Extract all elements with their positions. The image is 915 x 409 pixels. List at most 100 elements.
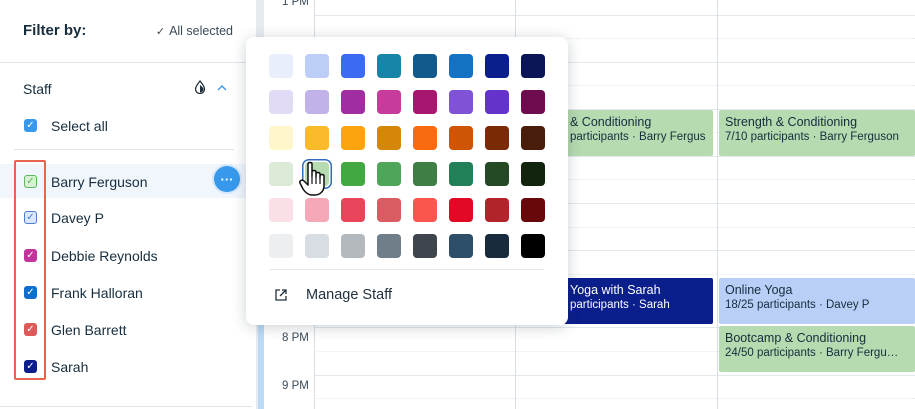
current-time-indicator — [258, 320, 264, 409]
staff-checkbox[interactable]: ✓ — [24, 323, 37, 336]
color-swatch[interactable] — [413, 234, 437, 258]
divider — [270, 269, 544, 270]
color-swatch[interactable] — [341, 234, 365, 258]
event-subtitle: participants · Barry Fergus — [570, 131, 706, 143]
color-swatch[interactable] — [485, 54, 509, 78]
grid-line — [314, 398, 915, 399]
staff-row[interactable]: ✓ Davey P — [0, 200, 252, 234]
color-swatch[interactable] — [269, 54, 293, 78]
color-swatch[interactable] — [377, 234, 401, 258]
staff-checkbox[interactable]: ✓ — [24, 175, 37, 188]
color-swatch[interactable] — [449, 54, 473, 78]
staff-name: Barry Ferguson — [51, 174, 148, 190]
staff-row[interactable]: ✓ Glen Barrett — [0, 312, 252, 346]
chevron-up-icon[interactable] — [217, 84, 227, 92]
staff-section-title: Staff — [23, 81, 52, 97]
staff-name: Frank Halloran — [51, 285, 143, 301]
filter-header: Filter by: ✓ All selected — [0, 0, 252, 62]
time-label: 1 PM — [282, 0, 309, 8]
color-picker-popup: Manage Staff — [246, 37, 568, 325]
color-swatch[interactable] — [449, 162, 473, 186]
event-subtitle: 24/50 participants · Barry Fergu… — [725, 347, 899, 359]
color-swatch[interactable] — [413, 90, 437, 114]
color-swatch[interactable] — [377, 198, 401, 222]
event-card[interactable]: Strength & Conditioning 7/10 participant… — [719, 110, 915, 156]
select-all-row[interactable]: ✓ Select all — [0, 114, 252, 138]
divider — [0, 62, 252, 63]
color-swatch[interactable] — [485, 162, 509, 186]
color-swatch[interactable] — [269, 234, 293, 258]
color-swatch[interactable] — [305, 54, 329, 78]
color-swatch[interactable] — [485, 234, 509, 258]
more-options-button[interactable]: ··· — [214, 166, 240, 192]
color-swatch[interactable] — [341, 126, 365, 150]
external-link-icon[interactable] — [274, 288, 288, 302]
color-swatch[interactable] — [413, 198, 437, 222]
color-swatch[interactable] — [305, 234, 329, 258]
all-selected-label: All selected — [169, 24, 233, 38]
color-swatch[interactable] — [377, 162, 401, 186]
event-title: Yoga with Sarah — [570, 283, 661, 297]
color-swatch[interactable] — [341, 198, 365, 222]
color-swatch[interactable] — [449, 198, 473, 222]
event-subtitle: participants · Sarah — [570, 299, 670, 311]
color-swatch[interactable] — [341, 90, 365, 114]
color-swatch[interactable] — [305, 126, 329, 150]
event-card[interactable]: Bootcamp & Conditioning 24/50 participan… — [719, 326, 915, 372]
color-swatch[interactable] — [269, 126, 293, 150]
color-swatch[interactable] — [305, 90, 329, 114]
color-swatch[interactable] — [341, 54, 365, 78]
color-swatch[interactable] — [305, 198, 329, 222]
staff-checkbox[interactable]: ✓ — [24, 360, 37, 373]
color-swatch[interactable] — [377, 90, 401, 114]
color-swatch[interactable] — [413, 162, 437, 186]
color-swatch[interactable] — [485, 126, 509, 150]
divider — [14, 149, 234, 150]
color-swatch[interactable] — [521, 162, 545, 186]
color-swatch[interactable] — [485, 198, 509, 222]
staff-row[interactable]: ✓ Sarah — [0, 349, 252, 383]
color-swatch[interactable] — [377, 126, 401, 150]
color-swatch[interactable] — [449, 126, 473, 150]
event-title: Strength & Conditioning — [725, 115, 858, 129]
event-card[interactable]: Yoga with Sarah participants · Sarah — [564, 278, 713, 324]
color-swatch[interactable] — [413, 54, 437, 78]
staff-name: Davey P — [51, 210, 104, 226]
event-card[interactable]: Online Yoga 18/25 participants · Davey P — [719, 278, 915, 324]
select-all-checkbox[interactable]: ✓ — [24, 119, 37, 132]
color-swatch[interactable] — [269, 90, 293, 114]
staff-row[interactable]: ✓ Debbie Reynolds — [0, 238, 252, 272]
color-swatch[interactable] — [413, 126, 437, 150]
column-divider — [717, 0, 718, 409]
staff-checkbox[interactable]: ✓ — [24, 286, 37, 299]
color-swatch[interactable] — [521, 198, 545, 222]
color-swatch[interactable] — [305, 162, 329, 186]
staff-name: Glen Barrett — [51, 322, 127, 338]
color-swatch[interactable] — [485, 90, 509, 114]
color-swatch[interactable] — [521, 54, 545, 78]
all-selected-dropdown[interactable]: ✓ All selected — [156, 24, 233, 38]
color-swatch[interactable] — [269, 162, 293, 186]
color-swatch[interactable] — [269, 198, 293, 222]
staff-checkbox[interactable]: ✓ — [24, 211, 37, 224]
event-subtitle: 18/25 participants · Davey P — [725, 299, 870, 311]
manage-staff-link[interactable]: Manage Staff — [306, 287, 392, 303]
color-swatch[interactable] — [449, 234, 473, 258]
color-swatch[interactable] — [377, 54, 401, 78]
color-swatch[interactable] — [521, 126, 545, 150]
staff-name: Debbie Reynolds — [51, 248, 158, 264]
color-swatch[interactable] — [521, 234, 545, 258]
event-title: Online Yoga — [725, 283, 793, 297]
event-subtitle: 7/10 participants · Barry Ferguson — [725, 131, 899, 143]
time-label: 9 PM — [282, 380, 309, 392]
color-swatch[interactable] — [521, 90, 545, 114]
staff-row[interactable]: ✓ Frank Halloran — [0, 275, 252, 309]
staff-name: Sarah — [51, 359, 89, 375]
event-card[interactable]: & Conditioning participants · Barry Ferg… — [564, 110, 713, 156]
color-swatch[interactable] — [341, 162, 365, 186]
event-title: Bootcamp & Conditioning — [725, 331, 867, 345]
grid-line — [314, 15, 915, 16]
staff-checkbox[interactable]: ✓ — [24, 249, 37, 262]
color-drop-icon[interactable] — [194, 80, 206, 94]
color-swatch[interactable] — [449, 90, 473, 114]
